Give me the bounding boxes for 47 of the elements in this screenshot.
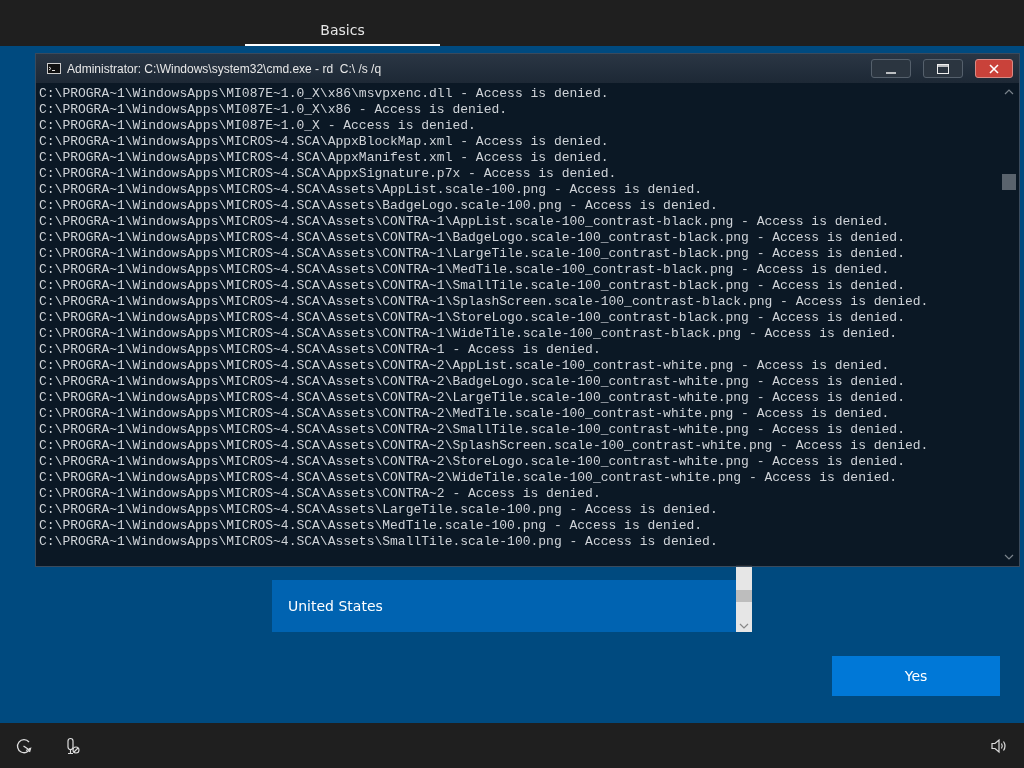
console-line: C:\PROGRA~1\WindowsApps\MICROS~4.SCA\Assets\CONTRA~1\SmallTile.scale-100_contrast-black.png - Access is denied. [39,278,906,294]
accessibility-icon[interactable] [15,736,33,755]
console-line: C:\PROGRA~1\WindowsApps\MICROS~4.SCA\AppxBlockMap.xml - Access is denied. [39,134,610,150]
console-line: C:\PROGRA~1\WindowsApps\MICROS~4.SCA\Assets\CONTRA~2\LargeTile.scale-100_contrast-white.png - Access is denied. [39,390,906,406]
scrollbar-thumb[interactable] [736,590,752,602]
maximize-button[interactable] [923,59,963,78]
console-line: C:\PROGRA~1\WindowsApps\MICROS~4.SCA\Assets\CONTRA~2\MedTile.scale-100_contrast-white.png - Access is denied. [39,406,891,422]
console-line: C:\PROGRA~1\WindowsApps\MICROS~4.SCA\Assets\CONTRA~1\StoreLogo.scale-100_contrast-black.png - Access is denied. [39,310,906,326]
console-line: C:\PROGRA~1\WindowsApps\MI087E~1.0_X\x86 - Access is denied. [39,102,509,118]
console-line: C:\PROGRA~1\WindowsApps\MICROS~4.SCA\Assets\CONTRA~1\MedTile.scale-100_contrast-black.png - Access is denied. [39,262,891,278]
yes-button[interactable]: Yes [832,656,1000,696]
speaker-icon[interactable] [990,736,1008,755]
console-line: C:\PROGRA~1\WindowsApps\MICROS~4.SCA\Assets\CONTRA~1\LargeTile.scale-100_contrast-black.png - Access is denied. [39,246,906,262]
maximize-icon [937,63,949,74]
console-line: C:\PROGRA~1\WindowsApps\MICROS~4.SCA\Assets\CONTRA~1\BadgeLogo.scale-100_contrast-black.png - Access is denied. [39,230,906,246]
console-line: C:\PROGRA~1\WindowsApps\MICROS~4.SCA\Assets\LargeTile.scale-100.png - Access is denied. [39,502,719,518]
console-icon [47,63,61,74]
console-line: C:\PROGRA~1\WindowsApps\MICROS~4.SCA\Assets\CONTRA~2\AppList.scale-100_contrast-white.png - Access is denied. [39,358,891,374]
console-line: C:\PROGRA~1\WindowsApps\MICROS~4.SCA\Assets\CONTRA~2\StoreLogo.scale-100_contrast-white.png - Access is denied. [39,454,906,470]
console-line: C:\PROGRA~1\WindowsApps\MICROS~4.SCA\Assets\MedTile.scale-100.png - Access is denied. [39,518,704,534]
console-line: C:\PROGRA~1\WindowsApps\MICROS~4.SCA\Assets\SmallTile.scale-100.png - Access is denied. [39,534,719,550]
window-title: Administrator: C:\Windows\system32\cmd.exe - rd C:\ /s /q [67,61,383,76]
chevron-down-icon[interactable] [739,622,749,630]
console-line: C:\PROGRA~1\WindowsApps\MICROS~4.SCA\AppxManifest.xml - Access is denied. [39,150,610,166]
close-button[interactable] [975,59,1013,78]
chevron-up-icon[interactable] [1004,88,1014,96]
scrollbar-thumb[interactable] [1002,174,1016,190]
minimize-button[interactable] [871,59,911,78]
console-line: C:\PROGRA~1\WindowsApps\MICROS~4.SCA\AppxSignature.p7x - Access is denied. [39,166,618,182]
chevron-down-icon[interactable] [1004,553,1014,561]
console-line: C:\PROGRA~1\WindowsApps\MICROS~4.SCA\Assets\CONTRA~2 - Access is denied. [39,486,602,502]
console-line: C:\PROGRA~1\WindowsApps\MI087E~1.0_X - Access is denied. [39,118,477,134]
console-line: C:\PROGRA~1\WindowsApps\MICROS~4.SCA\Assets\CONTRA~1 - Access is denied. [39,342,602,358]
scrollbar[interactable] [736,565,752,632]
console-line: C:\PROGRA~1\WindowsApps\MICROS~4.SCA\Assets\CONTRA~1\AppList.scale-100_contrast-black.png - Access is denied. [39,214,891,230]
console-line: C:\PROGRA~1\WindowsApps\MICROS~4.SCA\Assets\BadgeLogo.scale-100.png - Access is denied. [39,198,719,214]
console-line: C:\PROGRA~1\WindowsApps\MI087E~1.0_X\x86\msvpxenc.dll - Access is denied. [39,86,610,102]
console-line: C:\PROGRA~1\WindowsApps\MICROS~4.SCA\Assets\CONTRA~2\WideTile.scale-100_contrast-white.png - Access is denied. [39,470,899,486]
console-line: C:\PROGRA~1\WindowsApps\MICROS~4.SCA\Assets\AppList.scale-100.png - Access is denied. [39,182,704,198]
minimize-icon [886,71,896,74]
list-item[interactable]: United States [272,580,736,632]
close-icon [989,63,999,74]
console-line: C:\PROGRA~1\WindowsApps\MICROS~4.SCA\Assets\CONTRA~1\WideTile.scale-100_contrast-black.png - Access is denied. [39,326,899,342]
console-line: C:\PROGRA~1\WindowsApps\MICROS~4.SCA\Assets\CONTRA~1\SplashScreen.scale-100_contrast-black.png - Access is denied. [39,294,930,310]
console-line: C:\PROGRA~1\WindowsApps\MICROS~4.SCA\Assets\CONTRA~2\SmallTile.scale-100_contrast-white.png - Access is denied. [39,422,906,438]
console-line: C:\PROGRA~1\WindowsApps\MICROS~4.SCA\Assets\CONTRA~2\BadgeLogo.scale-100_contrast-white.png - Access is denied. [39,374,906,390]
console-line: C:\PROGRA~1\WindowsApps\MICROS~4.SCA\Assets\CONTRA~2\SplashScreen.scale-100_contrast-white.png - Access is denied. [39,438,930,454]
